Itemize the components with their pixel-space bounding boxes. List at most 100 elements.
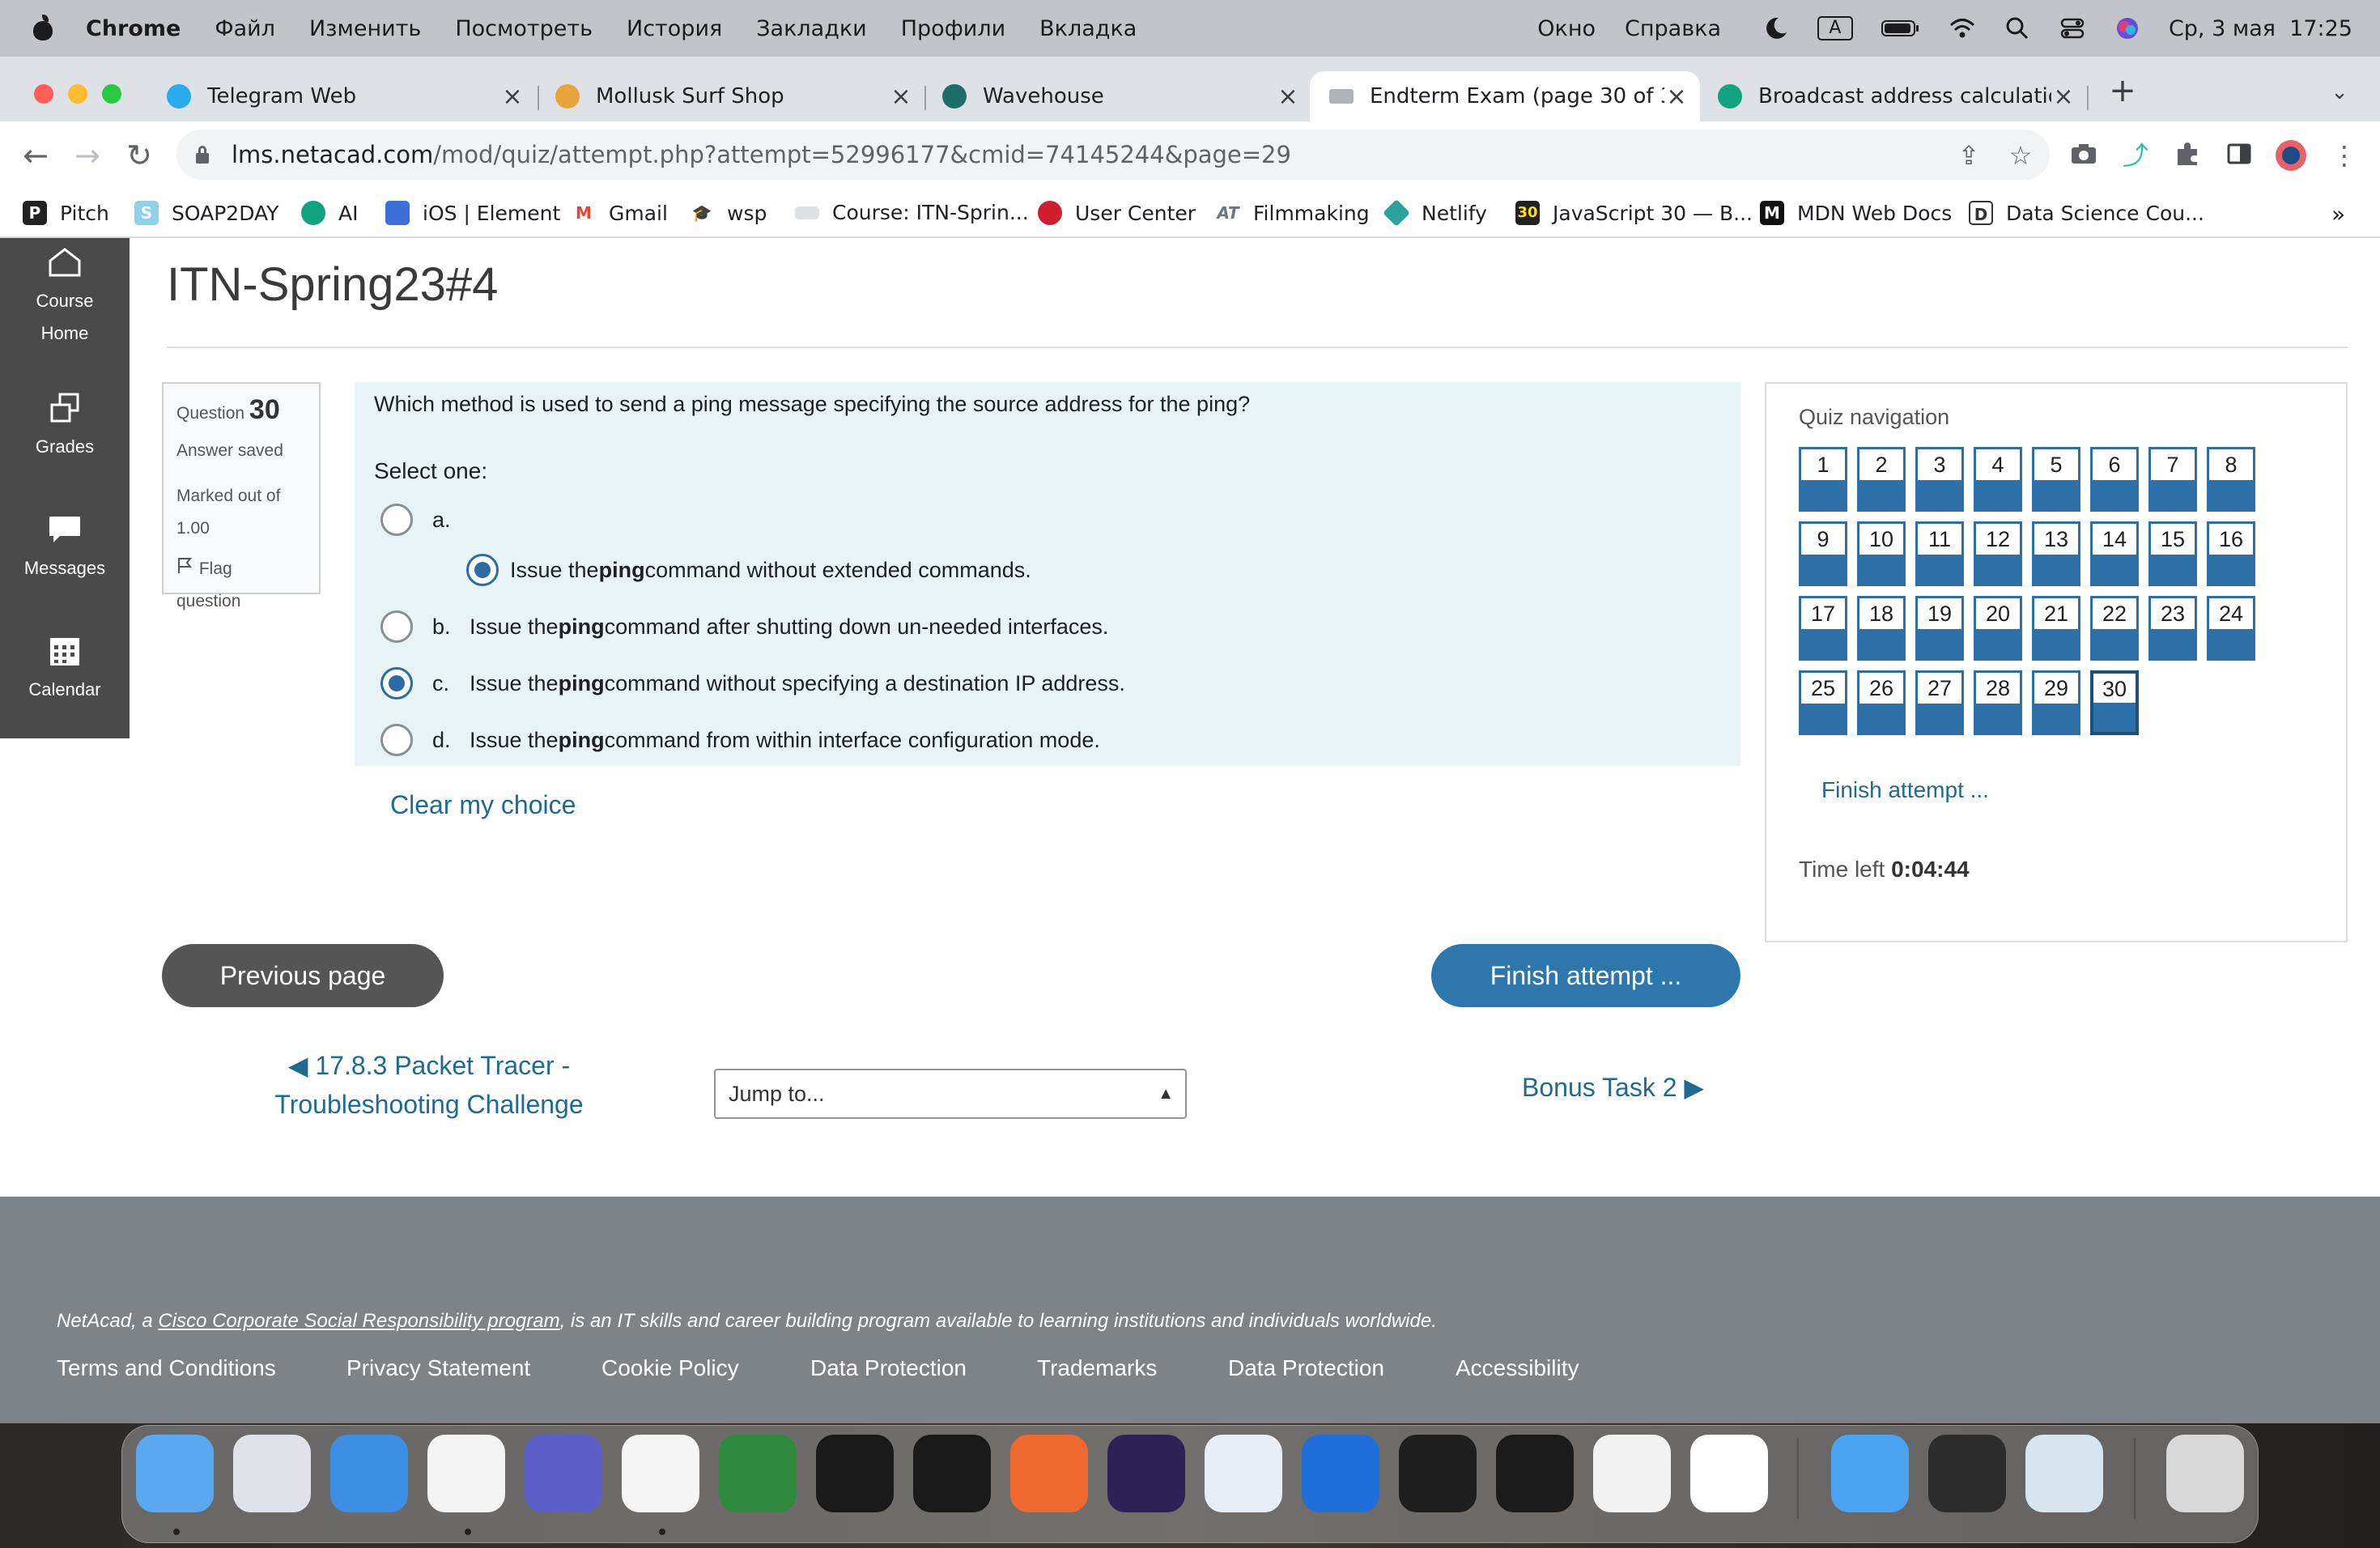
datagrip-icon[interactable] [913,1435,991,1512]
footer-link-accessibility[interactable]: Accessibility [1456,1355,1579,1381]
teams-icon[interactable] [525,1435,602,1512]
trash-icon[interactable] [2166,1435,2244,1512]
back-arrow-icon[interactable]: ← [16,136,55,175]
input-source-icon[interactable]: A [1817,16,1853,40]
quiz-nav-question-23[interactable]: 23 [2148,596,2197,661]
battery-icon[interactable] [1881,15,1921,42]
quiz-nav-question-16[interactable]: 16 [2207,521,2255,586]
menu-window[interactable]: Окно [1537,16,1596,41]
sidebar-item-course-home[interactable]: Course Home [0,246,130,350]
minimize-window-button[interactable] [68,84,87,104]
quicktime-icon[interactable] [1928,1435,2006,1512]
footer-link-data-protection-2[interactable]: Data Protection [1228,1355,1384,1381]
menu-bookmarks[interactable]: Закладки [756,16,867,41]
quiz-nav-question-12[interactable]: 12 [1974,521,2022,586]
finish-attempt-button[interactable]: Finish attempt ... [1431,944,1740,1007]
footer-link-trademarks[interactable]: Trademarks [1037,1355,1157,1381]
quiz-nav-question-18[interactable]: 18 [1857,596,1906,661]
quiz-nav-question-6[interactable]: 6 [2090,447,2139,512]
control-center-icon[interactable] [2059,15,2086,42]
extensions-puzzle-icon[interactable] [2171,139,2204,172]
moon-icon[interactable] [1762,15,1790,42]
quiz-nav-question-30[interactable]: 30 [2090,670,2139,735]
menu-tab[interactable]: Вкладка [1039,16,1137,41]
bird-extension-icon[interactable]: ⤴ [2119,139,2152,172]
chrome-menu-kebab-icon[interactable]: ⋮ [2328,139,2361,172]
close-tab-icon[interactable]: × [1664,83,1689,111]
address-bar[interactable]: lms.netacad.com/mod/quiz/attempt.php?att… [176,130,2050,180]
answer-option-c[interactable]: c. Issue the ping command without specif… [380,667,1125,700]
paw-icon[interactable] [1010,1435,1088,1512]
quiz-nav-question-7[interactable]: 7 [2148,447,2197,512]
reload-icon[interactable]: ↻ [120,136,159,175]
bookmark-soap2day[interactable]: S SOAP2DAY [134,201,278,225]
radio-option-b[interactable] [380,610,413,643]
obsidian-icon[interactable] [1593,1435,1671,1512]
quiz-nav-question-8[interactable]: 8 [2207,447,2255,512]
quiz-nav-question-14[interactable]: 14 [2090,521,2139,586]
sidebar-item-calendar[interactable]: Calendar [0,635,130,706]
flag-question-link[interactable]: Flag question [176,553,306,618]
bookmark-netlify[interactable]: Netlify [1383,199,1487,227]
menu-edit[interactable]: Изменить [309,16,421,41]
radio-option-a[interactable] [380,504,413,536]
footer-link-privacy[interactable]: Privacy Statement [346,1355,530,1381]
quiz-nav-question-28[interactable]: 28 [1974,670,2022,735]
jump-to-select[interactable]: Jump to... ▲ [714,1069,1187,1119]
apple-menu-icon[interactable] [31,15,55,42]
bookmark-wsp[interactable]: 🎓 wsp [690,201,767,225]
tab-broadcast[interactable]: Broadcast address calculation. × [1718,71,2076,121]
profile-avatar-icon[interactable] [2275,139,2307,172]
quiz-nav-question-22[interactable]: 22 [2090,596,2139,661]
quiz-nav-question-13[interactable]: 13 [2032,521,2080,586]
bookmark-course-itn[interactable]: Course: ITN-Sprin... [795,201,1029,224]
quiz-nav-question-26[interactable]: 26 [1857,670,1906,735]
quiz-nav-question-1[interactable]: 1 [1799,447,1847,512]
quiz-nav-question-15[interactable]: 15 [2148,521,2197,586]
tab-mollusk[interactable]: Mollusk Surf Shop × [555,71,913,121]
quiz-nav-question-21[interactable]: 21 [2032,596,2080,661]
radio-option-d[interactable] [380,724,413,756]
share-icon[interactable]: ⇪ [1953,139,1985,172]
forward-arrow-icon[interactable]: → [68,136,107,175]
bookmark-star-icon[interactable]: ☆ [2004,139,2037,172]
answer-option-a-text[interactable]: Issue the ping command without extended … [466,554,1031,586]
sidebar-item-messages[interactable]: Messages [0,513,130,585]
bookmark-pitch[interactable]: P Pitch [23,201,109,225]
menu-app-chrome[interactable]: Chrome [86,16,181,41]
quiz-nav-question-2[interactable]: 2 [1857,447,1906,512]
wifi-icon[interactable] [1949,15,1976,42]
quiz-nav-question-19[interactable]: 19 [1915,596,1964,661]
quiz-nav-question-20[interactable]: 20 [1974,596,2022,661]
camera-extension-icon[interactable] [2068,139,2100,172]
bookmark-ai[interactable]: AI [301,201,358,225]
csr-program-link[interactable]: Cisco Corporate Social Responsibility pr… [158,1310,559,1332]
new-tab-icon[interactable]: + [2106,74,2139,107]
menu-help[interactable]: Справка [1625,16,1721,41]
mail-icon[interactable] [1831,1435,1909,1512]
quiz-nav-question-11[interactable]: 11 [1915,521,1964,586]
answer-option-d[interactable]: d. Issue the ping command from within in… [380,724,1100,756]
bookmark-javascript30[interactable]: 30 JavaScript 30 — B... [1515,201,1753,225]
quiz-nav-finish-attempt-link[interactable]: Finish attempt ... [1821,777,1989,803]
footer-link-terms[interactable]: Terms and Conditions [57,1355,276,1381]
tab-endterm-exam[interactable]: Endterm Exam (page 30 of 30) × [1310,71,1700,121]
bookmark-data-science[interactable]: D Data Science Cou... [1969,201,2204,225]
radio-option-c[interactable] [380,667,413,700]
footer-link-data-protection[interactable]: Data Protection [810,1355,967,1381]
bookmark-gmail[interactable]: M Gmail [572,201,668,225]
bookmarks-overflow-icon[interactable]: » [2331,201,2345,228]
answer-option-a[interactable]: a. [380,504,451,536]
finder-icon[interactable] [136,1435,214,1512]
side-panel-icon[interactable] [2223,139,2255,172]
quiz-nav-question-24[interactable]: 24 [2207,596,2255,661]
screen-app-icon[interactable] [1496,1435,1574,1512]
chrome-icon[interactable] [427,1435,505,1512]
quiz-nav-question-17[interactable]: 17 [1799,596,1847,661]
footer-link-cookie[interactable]: Cookie Policy [601,1355,739,1381]
bookmark-user-center[interactable]: User Center [1038,201,1196,225]
next-activity-link[interactable]: Bonus Task 2 ▶ [1522,1072,1704,1103]
sidebar-item-grades[interactable]: Grades [0,392,130,463]
quiz-nav-question-27[interactable]: 27 [1915,670,1964,735]
close-tab-icon[interactable]: × [889,83,913,111]
